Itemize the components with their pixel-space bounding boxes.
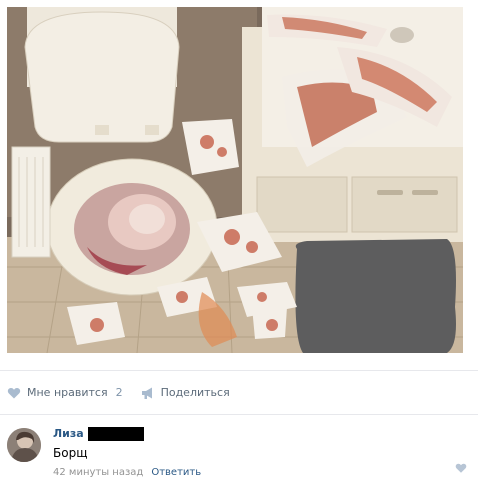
comment-meta: 42 минуты назад Ответить <box>53 467 471 478</box>
share-button[interactable]: Поделиться <box>141 386 230 400</box>
post-actions-bar: Мне нравится 2 Поделиться <box>0 370 478 414</box>
avatar[interactable] <box>7 428 41 462</box>
comment-text: Борщ <box>53 446 88 460</box>
wall-post: Мне нравится 2 Поделиться Лиза Борщ 42 м… <box>0 0 478 488</box>
heart-icon <box>7 386 21 400</box>
like-label: Мне нравится <box>27 386 108 399</box>
megaphone-icon <box>141 386 155 400</box>
comment-like-heart-icon[interactable] <box>455 462 467 474</box>
post-photo[interactable] <box>7 7 463 353</box>
divider <box>0 414 478 415</box>
comment: Лиза Борщ 42 минуты назад Ответить <box>7 426 471 480</box>
redacted-surname <box>87 426 144 441</box>
photo-illustration <box>7 7 463 353</box>
comment-body: Лиза Борщ 42 минуты назад Ответить <box>53 426 471 478</box>
like-button[interactable]: Мне нравится 2 <box>7 386 123 400</box>
author-name[interactable]: Лиза <box>53 427 84 440</box>
reply-button[interactable]: Ответить <box>151 467 201 478</box>
share-label: Поделиться <box>160 386 230 399</box>
author-row: Лиза <box>53 426 471 441</box>
like-count: 2 <box>115 386 123 399</box>
comment-timestamp[interactable]: 42 минуты назад <box>53 467 143 478</box>
